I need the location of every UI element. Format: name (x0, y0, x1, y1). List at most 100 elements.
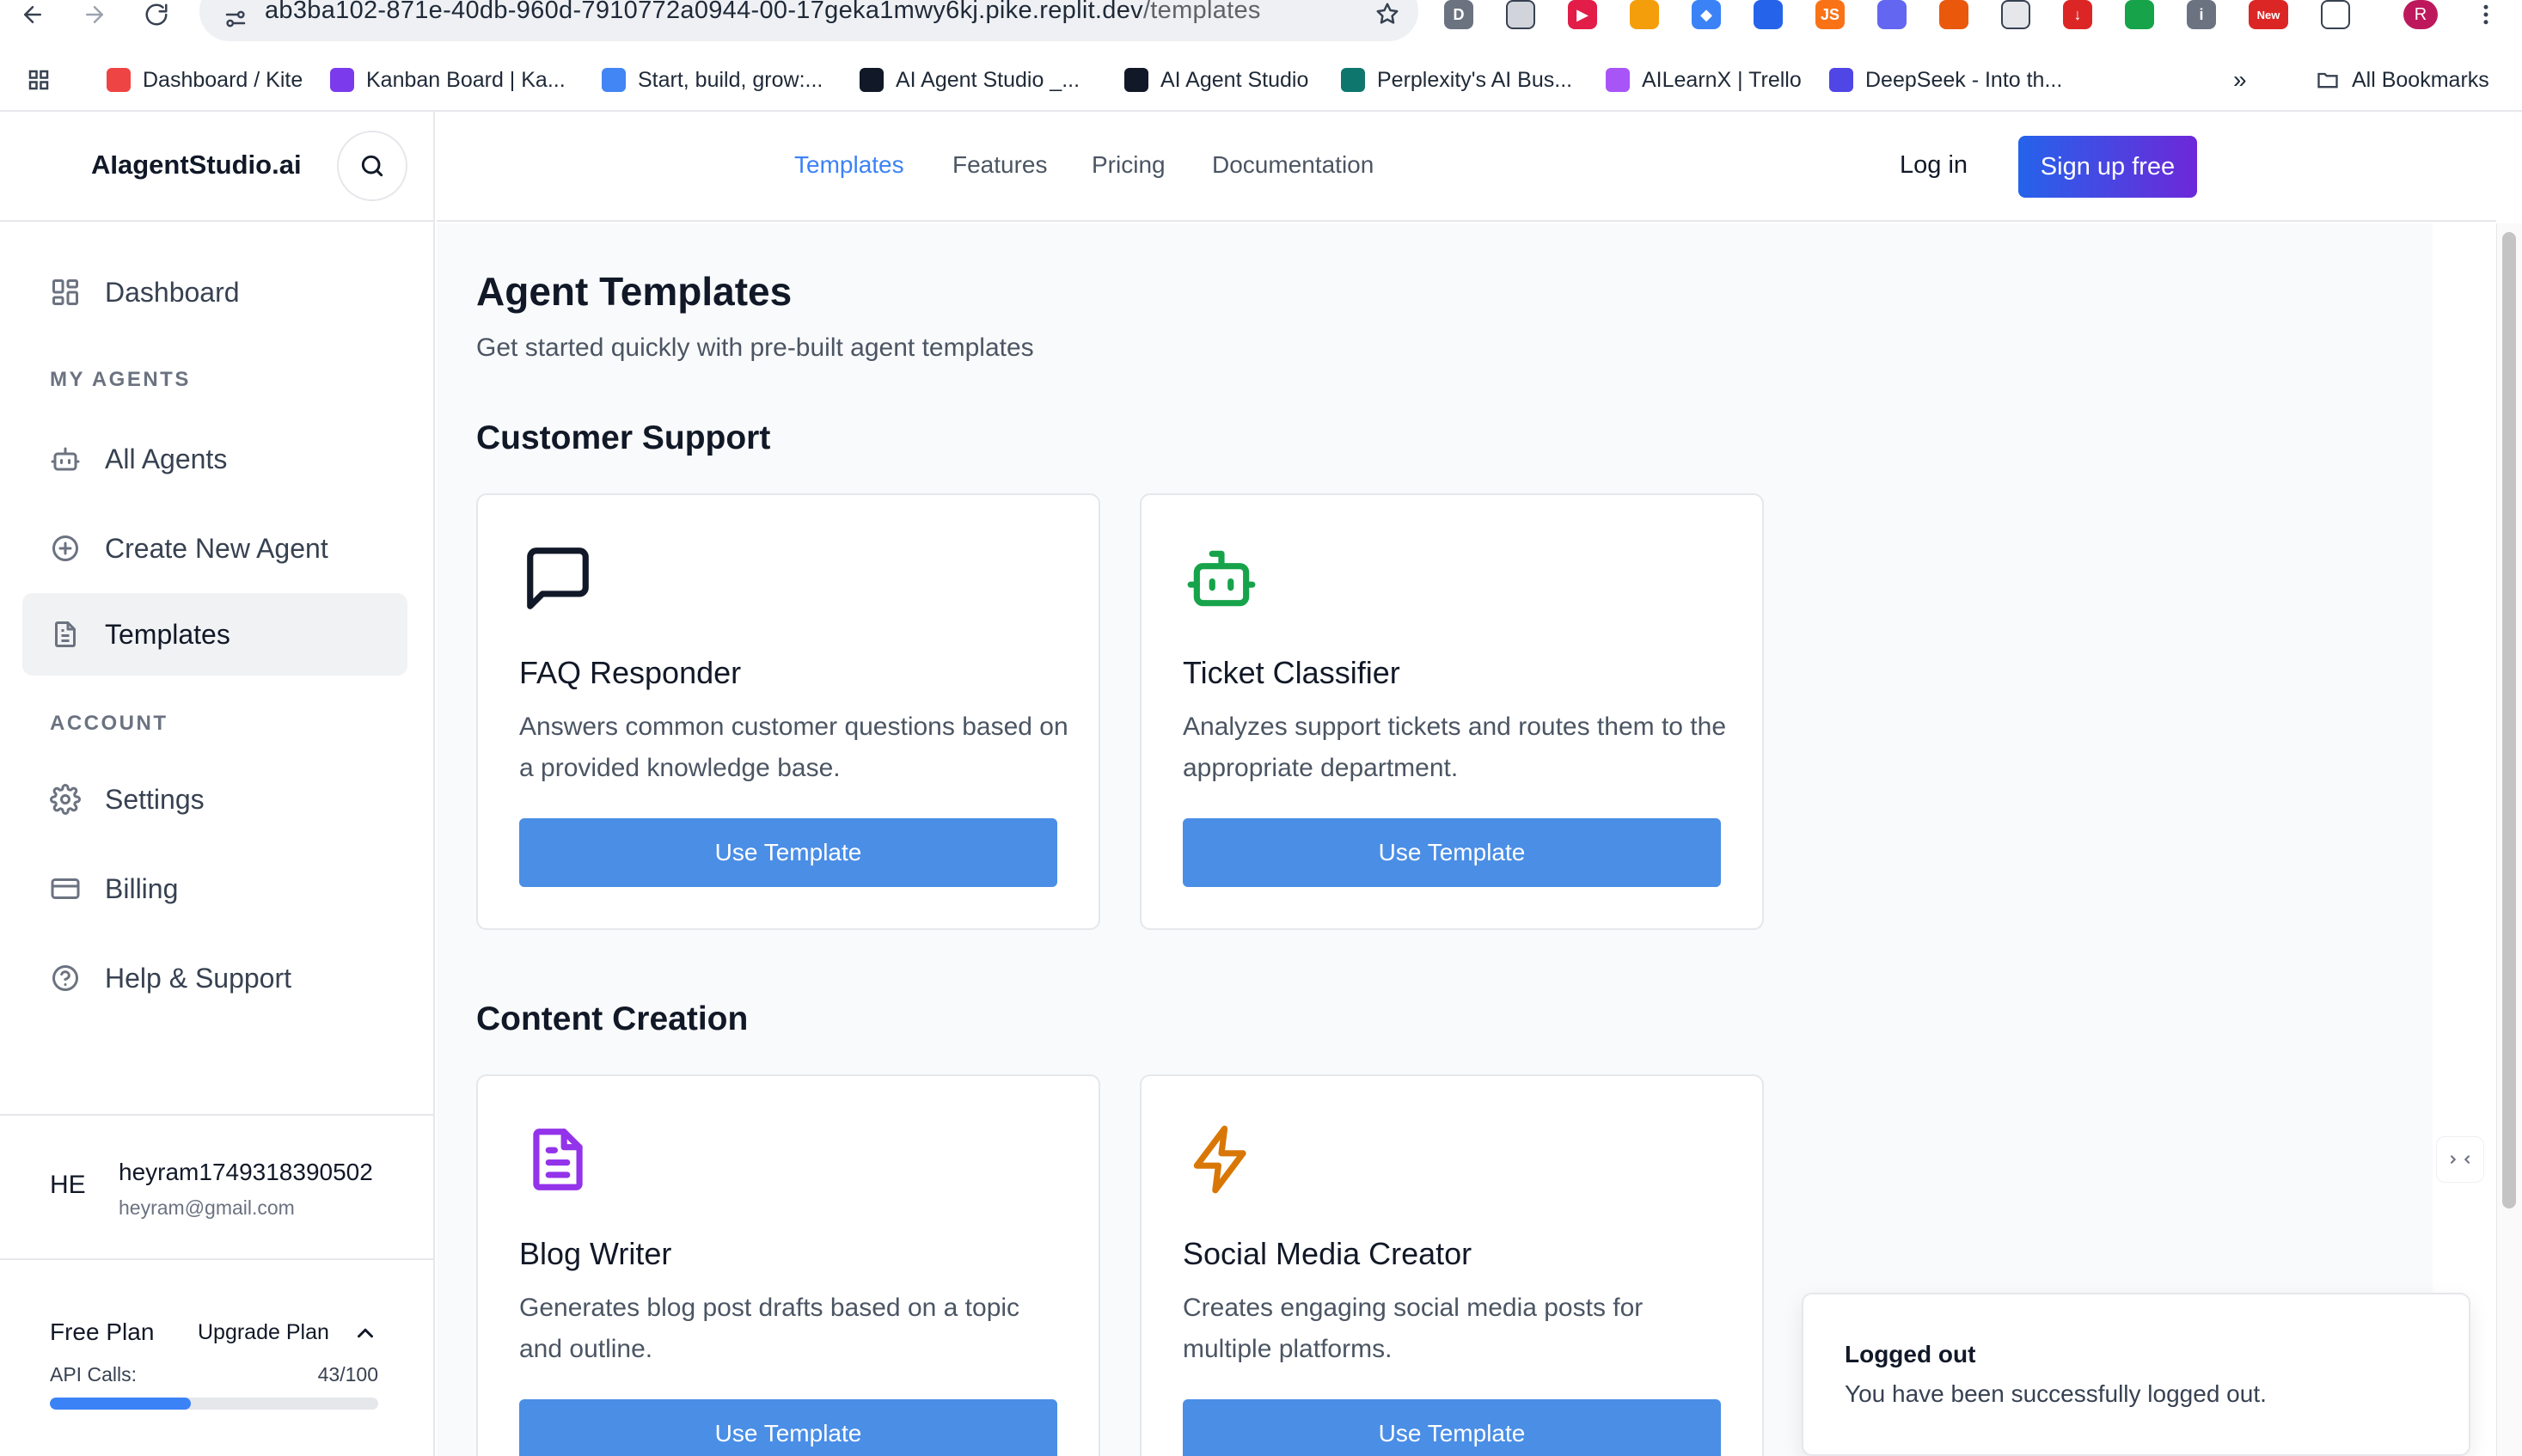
sidebar-item-label: Create New Agent (105, 532, 328, 564)
leaf-extension-icon[interactable] (2125, 0, 2154, 29)
bookmark-item[interactable]: Dashboard / Kite (107, 55, 303, 105)
bookmark-item[interactable]: Kanban Board | Ka... (330, 55, 566, 105)
url-text[interactable]: ab3ba102-871e-40db-960d-7910772a0944-00-… (265, 0, 1261, 25)
bot-icon (48, 442, 83, 476)
apps-grid-icon[interactable] (26, 55, 52, 105)
openai-icon (860, 68, 884, 92)
arrow-extension-icon[interactable]: ↓ (2063, 0, 2092, 29)
section-title: Content Creation (476, 1000, 749, 1037)
bookmark-item[interactable]: DeepSeek - Into th... (1829, 55, 2062, 105)
template-card: Blog Writer Generates blog post drafts b… (476, 1074, 1100, 1456)
info-extension-icon[interactable]: i (2187, 0, 2216, 29)
bookmark-item[interactable]: AI Agent Studio (1124, 55, 1308, 105)
all-bookmarks-label: All Bookmarks (2352, 67, 2489, 92)
file-text-icon (521, 1123, 595, 1196)
scrollbar-thumb[interactable] (2502, 232, 2516, 1208)
signup-button[interactable]: Sign up free (2018, 136, 2197, 198)
help-circle-icon (48, 961, 83, 995)
sidebar-item-create-agent[interactable]: Create New Agent (22, 507, 407, 590)
sidebar-item-dashboard[interactable]: Dashboard (22, 251, 407, 333)
bookmark-item[interactable]: AILearnX | Trello (1606, 55, 1802, 105)
top-nav: Templates Features Pricing Documentation… (437, 112, 2496, 222)
file-text-icon (48, 617, 83, 652)
card-title: Ticket Classifier (1183, 655, 1400, 690)
api-calls-label: API Calls: (50, 1363, 137, 1386)
sidebar-item-label: All Agents (105, 443, 228, 474)
nav-link-templates[interactable]: Templates (794, 151, 904, 179)
toast-title: Logged out (1845, 1341, 1976, 1367)
bookmark-label: Perplexity's AI Bus... (1377, 67, 1573, 92)
user-name: heyram1749318390502 (119, 1159, 373, 1185)
forward-button[interactable] (74, 0, 115, 29)
profile-avatar[interactable]: R (2403, 0, 2438, 29)
code-extension-icon[interactable] (2001, 0, 2030, 29)
toast-message: You have been successfully logged out. (1845, 1380, 2267, 1407)
sidebar-item-billing[interactable]: Billing (22, 847, 407, 930)
diamond-extension-icon[interactable]: ◆ (1692, 0, 1721, 29)
nav-link-pricing[interactable]: Pricing (1092, 151, 1166, 179)
bookmarks-overflow-button[interactable]: » (2233, 55, 2247, 105)
reload-icon (145, 3, 168, 26)
message-square-icon (521, 541, 595, 615)
blocks-extension-icon[interactable] (1877, 0, 1907, 29)
d-extension-icon[interactable]: D (1444, 0, 1473, 29)
bookmark-item[interactable]: AI Agent Studio _... (860, 55, 1080, 105)
credit-card-icon (48, 872, 83, 906)
notion-icon (1124, 68, 1148, 92)
url-host: ab3ba102-871e-40db-960d-7910772a0944-00-… (265, 0, 1143, 24)
brand-logo[interactable]: AIagentStudio.ai (91, 150, 302, 180)
folder-icon (2316, 68, 2340, 92)
api-usage-fill (50, 1398, 192, 1410)
tag-extension-icon[interactable] (1754, 0, 1783, 29)
api-calls-count: 43/100 (317, 1363, 378, 1386)
site-info-icon[interactable] (217, 0, 254, 38)
page-scrollbar[interactable] (2496, 223, 2522, 1456)
avatar: HE (50, 1171, 86, 1199)
card-description: Creates engaging social media posts for … (1183, 1294, 1644, 1363)
devtools-widget-icon[interactable] (2436, 1136, 2484, 1183)
template-card: FAQ Responder Answers common customer qu… (476, 493, 1100, 930)
bookmark-label: Start, build, grow:... (638, 67, 823, 92)
use-template-button[interactable]: Use Template (519, 818, 1057, 887)
template-card: Social Media Creator Creates engaging so… (1140, 1074, 1764, 1456)
bookmark-item[interactable]: Perplexity's AI Bus... (1341, 55, 1572, 105)
bookmarks-bar: Dashboard / Kite Kanban Board | Ka... Star… (0, 55, 2522, 105)
user-profile[interactable]: HE heyram1749318390502 heyram@gmail.com (0, 1114, 433, 1260)
google-icon (602, 68, 626, 92)
bookmark-item[interactable]: Start, build, grow:... (602, 55, 823, 105)
reload-button[interactable] (136, 0, 177, 29)
nav-link-documentation[interactable]: Documentation (1212, 151, 1374, 179)
use-template-button[interactable]: Use Template (1183, 818, 1721, 887)
card-title: Blog Writer (519, 1236, 672, 1271)
upgrade-plan-link[interactable]: Upgrade Plan (198, 1320, 329, 1345)
bookmark-label: AILearnX | Trello (1642, 67, 1802, 92)
reader-extension-icon[interactable] (1506, 0, 1535, 29)
search-button[interactable] (337, 131, 407, 201)
all-bookmarks-folder[interactable]: All Bookmarks (2316, 55, 2489, 105)
play-extension-icon[interactable]: ▶ (1568, 0, 1597, 29)
toast-notification[interactable]: Logged out You have been successfully lo… (1802, 1293, 2470, 1456)
browser-menu-icon[interactable] (2470, 0, 2501, 29)
back-button[interactable] (12, 0, 53, 29)
plan-name: Free Plan (50, 1318, 155, 1345)
puzzle-extension-icon[interactable] (2321, 0, 2350, 29)
use-template-button[interactable]: Use Template (519, 1399, 1057, 1456)
fox-extension-icon[interactable] (1939, 0, 1968, 29)
nav-link-features[interactable]: Features (952, 151, 1048, 179)
new-extension-icon[interactable]: New (2249, 0, 2288, 29)
sidebar-item-settings[interactable]: Settings (22, 758, 407, 841)
perplexity-icon (1341, 68, 1365, 92)
bookmark-star-icon[interactable] (1370, 0, 1405, 31)
js-extension-icon[interactable]: JS (1815, 0, 1845, 29)
sidebar-item-all-agents[interactable]: All Agents (22, 418, 407, 500)
use-template-button[interactable]: Use Template (1183, 1399, 1721, 1456)
bookmark-label: DeepSeek - Into th... (1865, 67, 2063, 92)
sidebar-item-help[interactable]: Help & Support (22, 937, 407, 1019)
login-link[interactable]: Log in (1900, 151, 1968, 180)
chevron-up-icon[interactable] (352, 1320, 378, 1346)
lens-extension-icon[interactable] (1630, 0, 1659, 29)
address-bar[interactable]: ab3ba102-871e-40db-960d-7910772a0944-00-… (199, 0, 1418, 41)
sidebar-item-templates[interactable]: Templates (22, 593, 407, 676)
section-title: Customer Support (476, 419, 771, 456)
extensions-tray: D ▶ ◆ JS ↓ i New (1444, 0, 2383, 29)
